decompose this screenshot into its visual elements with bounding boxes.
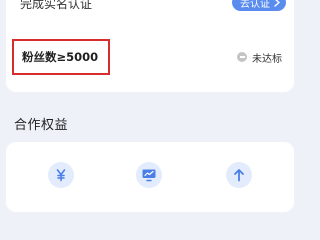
chevron-right-icon bbox=[274, 0, 280, 7]
arrow-up-icon[interactable] bbox=[226, 162, 252, 188]
go-verify-button[interactable]: 去认证 bbox=[232, 0, 286, 11]
requirement-label: 完成实名认证 bbox=[20, 0, 93, 11]
yuan-icon[interactable] bbox=[48, 162, 74, 188]
status-text: 未达标 bbox=[252, 53, 282, 65]
monitor-chart-icon[interactable] bbox=[136, 162, 162, 188]
highlight-annotation-box bbox=[12, 39, 110, 75]
status-badge: 未达标 bbox=[237, 50, 282, 65]
go-verify-label: 去认证 bbox=[240, 0, 270, 10]
requirement-row-realname: 完成实名认证 去认证 bbox=[8, 0, 292, 14]
section-title: 合作权益 bbox=[14, 118, 69, 133]
minus-circle-icon bbox=[237, 52, 247, 62]
